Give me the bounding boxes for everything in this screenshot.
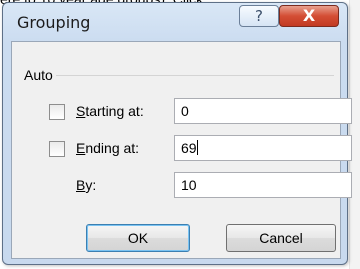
by-label: By: — [76, 177, 96, 193]
ok-button[interactable]: OK — [86, 224, 190, 252]
ending-at-label-mnemonic: E — [76, 140, 86, 156]
grouping-dialog: Grouping ? X Auto Starting at: 0 Ending … — [2, 2, 352, 265]
dialog-title: Grouping — [17, 13, 91, 32]
starting-at-value: 0 — [181, 103, 189, 119]
starting-at-label: Starting at: — [76, 103, 144, 119]
close-button[interactable]: X — [279, 5, 339, 27]
close-icon: X — [302, 6, 316, 25]
text-caret — [196, 140, 198, 155]
by-value: 10 — [181, 177, 197, 193]
starting-at-label-text: tarting at: — [85, 103, 144, 119]
starting-at-label-mnemonic: S — [76, 103, 86, 119]
help-button[interactable]: ? — [239, 5, 279, 27]
starting-at-field[interactable]: 0 — [174, 98, 352, 124]
ending-at-value: 69 — [181, 140, 197, 156]
cancel-button[interactable]: Cancel — [226, 224, 336, 252]
ending-at-label: Ending at: — [76, 140, 139, 156]
help-icon: ? — [255, 7, 263, 25]
by-field[interactable]: 10 — [174, 172, 352, 198]
ending-at-field[interactable]: 69 — [174, 135, 352, 161]
group-divider — [56, 75, 334, 76]
by-label-text: y: — [85, 177, 97, 193]
by-label-mnemonic: B — [76, 177, 86, 193]
dialog-body: Auto Starting at: 0 Ending at: 69 By: 10… — [11, 41, 352, 259]
group-label-auto: Auto — [24, 67, 53, 83]
starting-at-checkbox[interactable] — [49, 104, 65, 120]
title-bar[interactable]: Grouping ? X — [3, 3, 347, 41]
ending-at-label-text: nding at: — [85, 140, 140, 156]
ending-at-checkbox[interactable] — [49, 141, 65, 157]
